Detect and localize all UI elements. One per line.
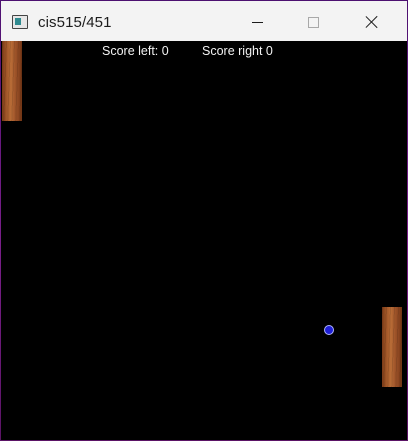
maximize-icon [307, 16, 319, 28]
ball [324, 325, 334, 335]
window-title: cis515/451 [38, 14, 112, 31]
app-window-icon [12, 15, 28, 29]
right-paddle [382, 307, 402, 387]
title-bar[interactable]: cis515/451 [1, 1, 407, 41]
maximize-button[interactable] [290, 2, 336, 42]
game-canvas[interactable]: Score left: 0 Score right 0 [1, 41, 407, 440]
close-button[interactable] [349, 2, 395, 42]
window-frame: cis515/451 Score left: 0 Score right 0 [0, 0, 408, 441]
score-right: Score right 0 [202, 44, 273, 58]
close-icon [365, 15, 379, 29]
minimize-button[interactable] [234, 2, 280, 42]
left-paddle [2, 41, 22, 121]
minimize-icon [251, 21, 263, 23]
score-left: Score left: 0 [102, 44, 169, 58]
app-icon-inner [15, 18, 21, 25]
